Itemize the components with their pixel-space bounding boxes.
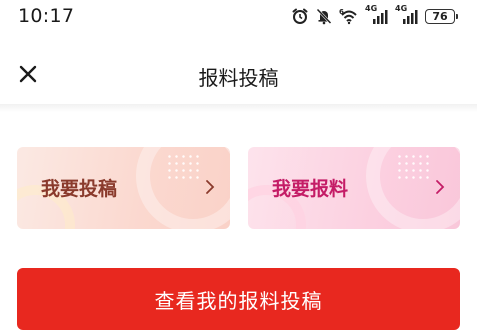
wifi-icon: 6 bbox=[339, 7, 359, 25]
chevron-right-icon bbox=[434, 179, 446, 195]
header: 报料投稿 bbox=[0, 50, 477, 102]
chevron-right-icon bbox=[204, 179, 216, 195]
signal-icon: 4G bbox=[395, 7, 419, 25]
status-bar: 10:17 6 bbox=[0, 0, 477, 32]
alarm-icon bbox=[291, 7, 309, 25]
status-icons: 6 4G 4G 7 bbox=[291, 6, 455, 26]
view-my-submissions-button[interactable]: 查看我的报料投稿 bbox=[17, 268, 460, 330]
page-title: 报料投稿 bbox=[0, 62, 477, 91]
mute-icon bbox=[315, 7, 333, 25]
card-label: 我要投稿 bbox=[41, 174, 117, 201]
battery-level: 76 bbox=[432, 10, 447, 23]
decorative-dots bbox=[396, 153, 430, 181]
card-label: 我要报料 bbox=[272, 174, 348, 201]
decorative-dots bbox=[166, 153, 200, 181]
status-time: 10:17 bbox=[18, 5, 74, 27]
network-type-label: 4G bbox=[365, 4, 377, 13]
signal-icon: 4G bbox=[365, 7, 389, 25]
header-divider bbox=[0, 104, 477, 112]
network-type-label: 4G bbox=[395, 4, 407, 13]
report-news-card[interactable]: 我要报料 bbox=[248, 147, 460, 229]
battery-icon: 76 bbox=[425, 9, 455, 24]
submit-manuscript-card[interactable]: 我要投稿 bbox=[17, 147, 230, 229]
